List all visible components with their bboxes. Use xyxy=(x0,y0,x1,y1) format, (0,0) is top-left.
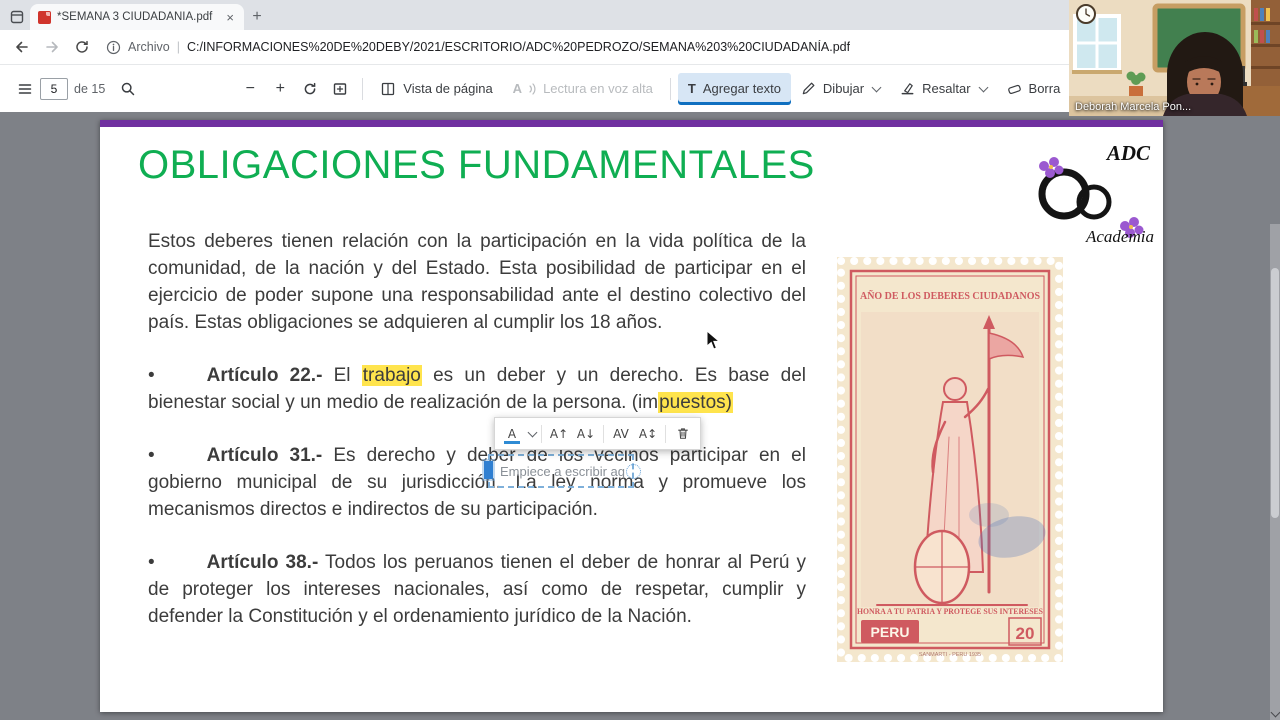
page-number-input[interactable] xyxy=(40,77,68,100)
svg-text:SANMARTI - PERU 1935: SANMARTI - PERU 1935 xyxy=(919,652,981,658)
textbox-drag-handle[interactable] xyxy=(484,461,493,479)
browser-window: *SEMANA 3 CIUDADANÍA.pdf × + Archivo | C… xyxy=(0,0,1280,720)
toc-icon[interactable] xyxy=(10,73,40,105)
tab-layout-icon[interactable] xyxy=(4,4,30,30)
chevron-down-icon[interactable] xyxy=(978,82,988,92)
draw-button[interactable]: Dibujar xyxy=(791,73,890,105)
info-icon[interactable] xyxy=(106,40,121,55)
participant-name-label: Deborah Marcela Pon... xyxy=(1075,101,1192,113)
webcam-video xyxy=(1069,0,1280,116)
add-text-label: Agregar texto xyxy=(702,81,781,96)
page-view-icon xyxy=(380,81,396,97)
highlight-label: Resaltar xyxy=(922,81,971,96)
highlighted-word: trabajo xyxy=(361,365,422,386)
highlighter-icon xyxy=(900,81,915,96)
intro-paragraph: Estos deberes tienen relación con la par… xyxy=(148,231,806,333)
page-total-label: de 15 xyxy=(74,81,106,96)
svg-text:HONRA A TU PATRIA Y PROTEGE SU: HONRA A TU PATRIA Y PROTEGE SUS INTERESE… xyxy=(857,606,1043,616)
article-22-paragraph: • Artículo 22.- El trabajo es un deber y … xyxy=(148,365,807,413)
highlight-button[interactable]: Resaltar xyxy=(890,73,996,105)
sound-waves-icon xyxy=(529,82,536,95)
page-view-label: Vista de página xyxy=(403,81,493,96)
letter-spacing-icon[interactable]: AV xyxy=(609,422,633,446)
svg-text:AÑO DE LOS DEBERES CIUDADANOS: AÑO DE LOS DEBERES CIUDADANOS xyxy=(860,290,1040,302)
peru-stamp-image: AÑO DE LOS DEBERES CIUDADANOS HONRA A TU… xyxy=(837,257,1063,662)
webcam-tile[interactable]: Deborah Marcela Pon... xyxy=(1069,0,1280,116)
tab-title: *SEMANA 3 CIUDADANÍA.pdf xyxy=(57,11,213,23)
draw-label: Dibujar xyxy=(822,81,865,96)
zoom-out-button[interactable]: − xyxy=(235,73,265,105)
pdf-favicon-icon xyxy=(38,10,51,24)
browser-tab[interactable]: *SEMANA 3 CIUDADANÍA.pdf × xyxy=(30,4,244,30)
font-decrease-icon[interactable]: A↓ xyxy=(574,422,598,446)
svg-text:Academia: Academia xyxy=(1085,227,1154,246)
add-text-icon: T xyxy=(687,81,696,96)
read-aloud-button: A Lectura en voz alta xyxy=(503,73,663,105)
textbox-placeholder: Empiece a escribir aq xyxy=(500,463,625,479)
read-aloud-icon: A xyxy=(512,81,523,96)
erase-label: Borra xyxy=(1028,81,1061,96)
svg-text:20: 20 xyxy=(1016,624,1035,643)
back-icon[interactable] xyxy=(8,33,36,61)
eraser-icon xyxy=(1007,81,1022,96)
svg-text:PERU: PERU xyxy=(871,624,910,640)
pen-icon xyxy=(801,81,816,96)
zoom-in-button[interactable]: + xyxy=(265,73,295,105)
text-insert-box[interactable]: Empiece a escribir aq xyxy=(484,454,641,488)
page-view-button[interactable]: Vista de página xyxy=(370,73,502,105)
pdf-page: OBLIGACIONES FUNDAMENTALES ADC Academia … xyxy=(100,120,1163,712)
read-aloud-label: Lectura en voz alta xyxy=(543,81,653,96)
new-tab-button[interactable]: + xyxy=(244,4,270,30)
scroll-down-icon[interactable] xyxy=(1270,707,1280,718)
svg-text:ADC: ADC xyxy=(1105,141,1151,165)
search-icon[interactable] xyxy=(113,73,143,105)
vertical-scrollbar[interactable] xyxy=(1270,224,1280,720)
trash-icon[interactable] xyxy=(671,422,695,446)
adc-academia-logo: ADC Academia xyxy=(1038,141,1154,246)
erase-button[interactable]: Borra xyxy=(997,73,1071,105)
highlighted-word: puestos) xyxy=(658,392,733,413)
address-scheme: Archivo xyxy=(128,40,170,54)
textbox-rotate-handle[interactable] xyxy=(626,464,641,479)
address-separator: | xyxy=(176,40,180,54)
article-38-paragraph: • Artículo 38.- Todos los peruanos tienen… xyxy=(148,552,806,627)
forward-icon xyxy=(38,33,66,61)
rotate-icon[interactable] xyxy=(295,73,325,105)
pdf-viewer[interactable]: OBLIGACIONES FUNDAMENTALES ADC Academia … xyxy=(0,112,1280,720)
mouse-cursor xyxy=(706,329,721,356)
address-url: C:/INFORMACIONES%20DE%20DEBY/2021/ESCRIT… xyxy=(186,40,851,54)
fit-page-icon[interactable] xyxy=(325,73,355,105)
slide-accent-bar xyxy=(100,120,1163,127)
text-color-icon[interactable]: A xyxy=(500,422,524,446)
page-title: OBLIGACIONES FUNDAMENTALES xyxy=(138,143,815,187)
chevron-down-icon[interactable] xyxy=(527,427,538,437)
line-spacing-icon[interactable]: A↕ xyxy=(636,422,660,446)
article-31-paragraph: • Artículo 31.- Es derecho y deber de los… xyxy=(148,445,806,520)
document-text: Estos deberes tienen relación con la par… xyxy=(148,228,806,656)
add-text-button[interactable]: T Agregar texto xyxy=(677,72,791,105)
chevron-down-icon[interactable] xyxy=(871,82,882,92)
text-format-toolbar: A A↑ A↓ AV A↕ xyxy=(494,417,701,450)
close-tab-icon[interactable]: × xyxy=(224,10,236,25)
refresh-icon[interactable] xyxy=(68,33,96,61)
font-increase-icon[interactable]: A↑ xyxy=(547,422,571,446)
scrollbar-thumb[interactable] xyxy=(1271,268,1279,518)
